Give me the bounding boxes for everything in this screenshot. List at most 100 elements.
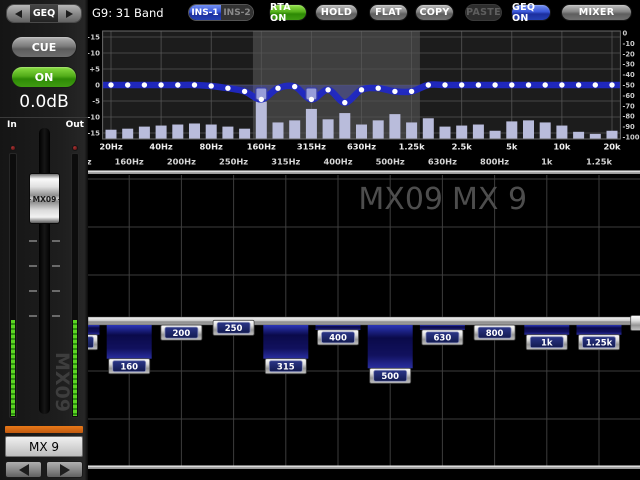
freq-axis-label: 315Hz	[297, 142, 326, 152]
prev-geq-button[interactable]	[7, 5, 30, 22]
eq-band-dot[interactable]	[242, 89, 247, 94]
geq-fader-label: 400	[329, 334, 347, 344]
eq-band-dot[interactable]	[309, 97, 314, 102]
channel-fader-knob[interactable]: MX09	[29, 173, 60, 224]
rta-bar	[440, 127, 451, 139]
eq-band-dot[interactable]	[426, 82, 431, 87]
eq-band-dot[interactable]	[342, 100, 347, 105]
eq-band-dot[interactable]	[142, 82, 147, 87]
eq-band-dot[interactable]	[158, 82, 163, 87]
in-clip-led	[10, 145, 16, 151]
paste-button[interactable]: PASTE	[465, 4, 502, 21]
geq-fader-label: 630	[434, 334, 452, 344]
eq-band-dot[interactable]	[526, 82, 531, 87]
mixer-button[interactable]: MIXER	[561, 4, 632, 21]
geq-editor-screen: GEQ CUE ON 0.0dB In Out MX09 MX09 MX 9 G…	[0, 0, 640, 480]
geq-fader-label: 1.25k	[586, 338, 613, 348]
prev-channel-button[interactable]	[5, 461, 42, 478]
channel-id-watermark: MX09	[358, 182, 443, 217]
on-button[interactable]: ON	[11, 66, 77, 88]
geq-on-button[interactable]: GEQ ON	[511, 4, 551, 21]
fader-freq-label: 200Hz	[167, 157, 196, 167]
next-channel-button[interactable]	[46, 461, 83, 478]
rta-bar	[573, 132, 584, 139]
eq-band-dot[interactable]	[392, 89, 397, 94]
eq-band-dot[interactable]	[543, 82, 548, 87]
rta-axis-label: -90	[623, 123, 636, 131]
fader-scale-ticks	[29, 240, 37, 320]
eq-band-dot[interactable]	[442, 82, 447, 87]
geq-nav: GEQ	[6, 4, 82, 23]
geq-fader-cap[interactable]	[631, 316, 640, 331]
geq-fader-fill	[420, 325, 465, 330]
rta-axis-label: -80	[623, 113, 636, 121]
eq-band-dot[interactable]	[609, 82, 614, 87]
freq-axis-label: 1.25k	[399, 142, 425, 152]
eq-band-dot[interactable]	[409, 89, 414, 94]
fader-freq-label: 1k	[541, 157, 553, 167]
eq-band-dot[interactable]	[459, 82, 464, 87]
ins2-button[interactable]: INS-2	[221, 5, 253, 20]
eq-band-dot[interactable]	[259, 97, 264, 102]
rta-axis-label: -50	[623, 82, 636, 90]
gain-axis-label: +10	[88, 50, 100, 58]
eq-band-dot[interactable]	[292, 84, 297, 89]
cue-button[interactable]: CUE	[11, 36, 77, 58]
eq-band-dot[interactable]	[325, 87, 330, 92]
freq-axis-label: 80Hz	[200, 142, 223, 152]
rta-bar	[423, 118, 434, 139]
gain-axis-label: -10	[88, 114, 100, 122]
eq-band-dot[interactable]	[492, 82, 497, 87]
topbar: G9: 31 Band INS-1 INS-2 RTA ON HOLD FLAT…	[88, 0, 640, 25]
rta-bar	[540, 122, 551, 139]
channel-color-bar	[5, 426, 83, 433]
gain-axis-label: -5	[92, 98, 100, 106]
eq-band-dot[interactable]	[559, 82, 564, 87]
fader-freq-label: 630Hz	[428, 157, 457, 167]
eq-band-dot[interactable]	[275, 86, 280, 91]
eq-band-dot[interactable]	[476, 82, 481, 87]
hold-button[interactable]: HOLD	[315, 4, 358, 21]
channel-name-box[interactable]: MX 9	[5, 436, 83, 457]
eq-band-dot[interactable]	[593, 82, 598, 87]
rta-bar	[106, 130, 117, 139]
rta-bar	[456, 126, 467, 139]
eq-band-dot[interactable]	[376, 86, 381, 91]
rta-bar	[156, 126, 167, 139]
rta-axis-label: -40	[623, 71, 636, 79]
eq-band-dot[interactable]	[225, 86, 230, 91]
fader-section-bottom-frame	[88, 466, 640, 470]
ins1-button[interactable]: INS-1	[189, 5, 221, 20]
rta-axis-label: -70	[623, 102, 636, 110]
geq-fader-bank[interactable]: MX09MX 91251602002503154005006308001k1.2…	[88, 170, 640, 480]
rta-bar	[607, 131, 618, 139]
geq-nav-label: GEQ	[30, 5, 58, 22]
rta-bar	[122, 129, 133, 139]
channel-strip-sidebar: GEQ CUE ON 0.0dB In Out MX09 MX09 MX 9	[0, 0, 88, 480]
next-geq-button[interactable]	[58, 5, 81, 22]
gain-axis-label: -15	[88, 130, 100, 138]
fader-zero-line	[88, 317, 640, 325]
rta-bar	[590, 134, 601, 139]
meter-in-label: In	[7, 120, 17, 130]
geq-fader-fill	[107, 325, 152, 359]
flat-button[interactable]: FLAT	[369, 4, 408, 21]
eq-band-dot[interactable]	[509, 82, 514, 87]
eq-band-dot[interactable]	[359, 87, 364, 92]
channel-name-watermark: MX 9	[452, 182, 527, 217]
freq-axis-label: 5k	[506, 142, 518, 152]
eq-band-dot[interactable]	[192, 82, 197, 87]
eq-band-dot[interactable]	[175, 82, 180, 87]
eq-band-dot[interactable]	[125, 82, 130, 87]
left-arrow-icon	[19, 464, 29, 476]
rta-bar	[406, 122, 417, 139]
eq-band-dot[interactable]	[209, 83, 214, 88]
geq-fader-fill	[524, 325, 569, 335]
rta-bar	[273, 122, 284, 139]
rta-on-button[interactable]: RTA ON	[269, 4, 307, 21]
eq-band-dot[interactable]	[576, 82, 581, 87]
copy-button[interactable]: COPY	[415, 4, 454, 21]
geq-response-graph[interactable]: +15+10+50-5-10-150-10-20-30-40-50-60-70-…	[88, 25, 640, 170]
rta-bar	[490, 131, 501, 139]
eq-band-dot[interactable]	[108, 82, 113, 87]
